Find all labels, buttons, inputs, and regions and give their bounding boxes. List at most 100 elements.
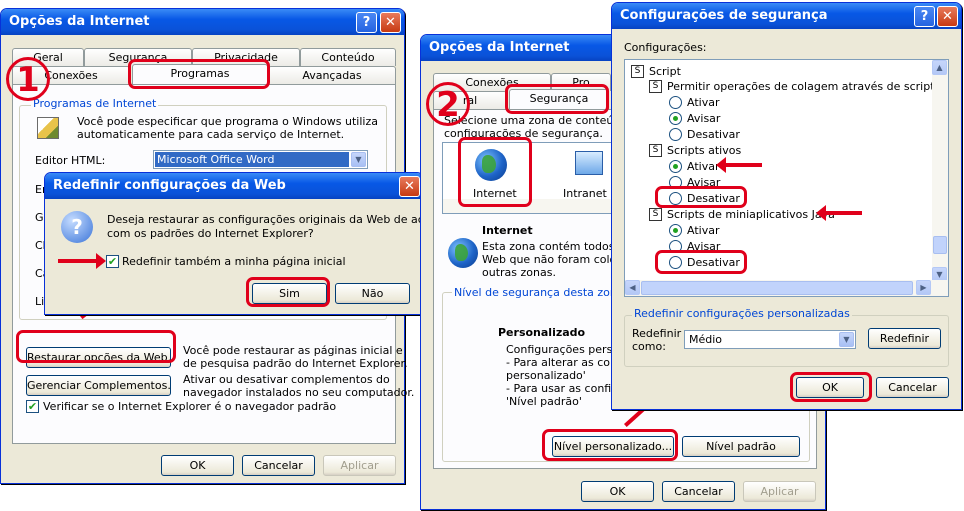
script-icon: S <box>631 65 644 78</box>
active-enable-label: Ativar <box>687 160 720 173</box>
paste-prompt-label: Avisar <box>687 112 721 125</box>
script-icon: S <box>649 80 662 93</box>
arrow-to-java-scripts <box>826 211 862 215</box>
scroll-left-icon[interactable]: ◀ <box>625 280 640 295</box>
addons-desc-1: Ativar ou desativar complementos do <box>183 373 390 386</box>
step-2-marker: 2 <box>426 82 470 126</box>
arrow-to-checkbox <box>58 259 98 263</box>
zone-title: Internet <box>482 224 533 237</box>
reset-custom-group-title: Redefinir configurações personalizadas <box>632 307 852 320</box>
check-default-browser-checkbox[interactable]: ✔ <box>26 400 39 413</box>
programs-icon <box>37 117 59 139</box>
title-bar[interactable]: Opções da Internet ? ✕ <box>1 9 404 35</box>
tab-content[interactable]: Conteúdo <box>300 48 396 66</box>
security-title-bar[interactable]: Configurações de segurança ? ✕ <box>612 3 961 29</box>
tab-advanced[interactable]: Avançadas <box>268 66 396 84</box>
paste-disable-radio[interactable] <box>669 128 682 141</box>
arrow-to-checkbox-head <box>96 253 106 269</box>
paste-enable-label: Ativar <box>687 96 720 109</box>
tree-paste: Permitir operações de colagem através de… <box>667 80 935 93</box>
custom-title: Personalizado <box>498 326 586 339</box>
default-level-button[interactable]: Nível padrão <box>682 436 800 457</box>
paste-prompt-radio[interactable] <box>669 112 682 125</box>
html-editor-label: Editor HTML: <box>35 154 106 167</box>
programs-group-title: Programas de Internet <box>31 97 159 110</box>
java-enable-label: Ativar <box>687 224 720 237</box>
tree-script: Script <box>649 65 681 78</box>
dialog-title: Redefinir configurações da Web <box>53 178 286 193</box>
addons-desc-2: navegador instalados no seu computador. <box>183 386 415 399</box>
reset-level-select[interactable]: Médio ▼ <box>684 330 856 349</box>
intranet-zone-icon[interactable] <box>575 151 603 175</box>
reset-to-label-2: como: <box>632 340 666 353</box>
reset-button[interactable]: Redefinir <box>868 328 941 349</box>
restore-desc-1: Você pode restaurar as páginas inicial e <box>183 344 403 357</box>
ok-button-2[interactable]: OK <box>581 481 654 502</box>
manage-addons-button[interactable]: Gerenciar Complementos... <box>26 375 171 396</box>
programs-desc-1: Você pode especificar que programa o Win… <box>77 115 378 128</box>
custom-line-5: 'Nível padrão' <box>506 395 582 408</box>
reset-to-label-1: Redefinir <box>632 327 682 340</box>
tree-vertical-scrollbar[interactable]: ▲ ▼ <box>932 60 948 282</box>
no-button[interactable]: Não <box>335 283 410 304</box>
zone-desc-3: outras zonas. <box>482 266 556 279</box>
close-icon[interactable]: ✕ <box>937 6 958 27</box>
custom-line-3: personalizado' <box>506 369 586 382</box>
window-title: Opções da Internet <box>9 14 150 29</box>
close-icon[interactable]: ✕ <box>380 12 401 33</box>
tree-horizontal-scrollbar[interactable]: ◀ ▶ <box>625 280 948 296</box>
arrow-to-active-scripts <box>726 163 762 167</box>
help-icon[interactable]: ? <box>914 6 935 27</box>
internet-zone-highlight <box>458 137 532 207</box>
scroll-right-icon[interactable]: ▶ <box>916 280 931 295</box>
programs-tab-highlight <box>128 59 270 89</box>
programs-desc-2: automaticamente para cada serviço de Int… <box>77 128 345 141</box>
dialog-question-1: Deseja restaurar as configurações origin… <box>107 213 449 226</box>
dialog-title-bar[interactable]: Redefinir configurações da Web ✕ <box>45 173 423 199</box>
help-icon[interactable]: ? <box>356 12 377 33</box>
cancel-button-2[interactable]: Cancelar <box>662 481 735 502</box>
check-default-browser-label: Verificar se o Internet Explorer é o nav… <box>43 400 337 413</box>
arrow-to-java-scripts-head <box>816 205 826 221</box>
ok-button[interactable]: OK <box>161 455 234 476</box>
window-title-2: Opções da Internet <box>429 40 570 55</box>
script-icon: S <box>649 144 662 157</box>
zone-desc-1: Esta zona contém todos os <box>482 240 631 253</box>
hscroll-thumb[interactable] <box>641 281 913 295</box>
html-editor-select[interactable]: Microsoft Office Word ▼ <box>153 150 368 169</box>
close-icon[interactable]: ✕ <box>399 176 420 197</box>
apply-button-2[interactable]: Aplicar <box>743 481 816 502</box>
script-icon: S <box>649 208 662 221</box>
scroll-up-icon[interactable]: ▲ <box>932 60 947 75</box>
paste-disable-label: Desativar <box>687 128 740 141</box>
custom-line-4: - Para usar as configu <box>506 382 626 395</box>
reset-web-settings-dialog: Redefinir configurações da Web ✕ ? Desej… <box>44 172 449 315</box>
html-editor-value: Microsoft Office Word <box>155 152 349 167</box>
yes-button-highlight <box>246 277 330 307</box>
restore-button-highlight <box>16 330 176 363</box>
dialog-question-2: com os padrões do Internet Explorer? <box>107 227 314 240</box>
step-1-marker: 1 <box>6 57 50 101</box>
paste-enable-radio[interactable] <box>669 96 682 109</box>
security-tab-highlight <box>505 84 609 114</box>
tree-java-scripts: Scripts de miniaplicativos Java <box>667 208 835 221</box>
security-cancel-button[interactable]: Cancelar <box>876 377 949 398</box>
chevron-down-icon[interactable]: ▼ <box>351 152 366 167</box>
active-enable-radio[interactable] <box>669 160 682 173</box>
reset-homepage-label: Redefinir também a minha página inicial <box>122 255 346 268</box>
java-enable-radio[interactable] <box>669 224 682 237</box>
custom-level-highlight <box>542 429 678 461</box>
java-disable-highlight <box>655 250 747 274</box>
reset-level-value: Médio <box>689 333 723 346</box>
selected-zone-icon <box>448 238 478 268</box>
scroll-thumb[interactable] <box>933 236 947 254</box>
cancel-button[interactable]: Cancelar <box>242 455 315 476</box>
chevron-down-icon[interactable]: ▼ <box>839 332 854 347</box>
tree-active-scripts: Scripts ativos <box>667 144 742 157</box>
active-disable-highlight <box>655 186 747 208</box>
restore-desc-2: de pesquisa padrão do Internet Explorer. <box>183 357 408 370</box>
question-icon: ? <box>61 211 93 243</box>
apply-button[interactable]: Aplicar <box>323 455 396 476</box>
reset-homepage-checkbox[interactable]: ✔ <box>106 255 119 268</box>
arrow-to-active-scripts-head <box>716 157 726 173</box>
